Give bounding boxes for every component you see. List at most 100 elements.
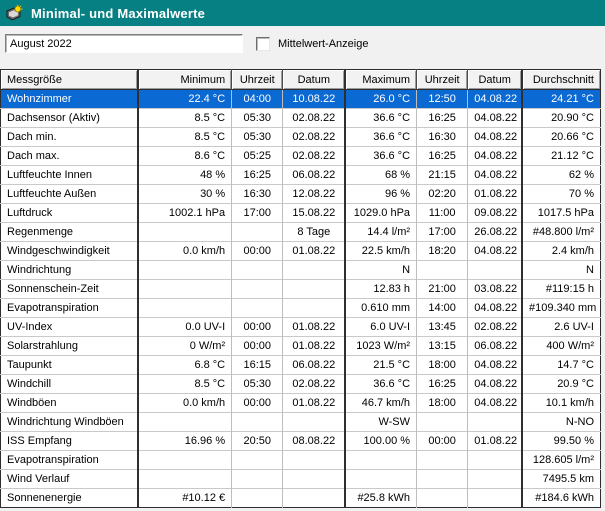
table-cell[interactable]: 02.08.22: [282, 127, 346, 147]
table-cell[interactable]: 0.0 km/h: [137, 241, 232, 261]
table-cell[interactable]: 18:20: [416, 241, 468, 261]
table-cell[interactable]: 05:30: [231, 127, 283, 147]
table-cell[interactable]: 8.5 °C: [137, 108, 232, 128]
table-cell[interactable]: 00:00: [231, 317, 283, 337]
table-row[interactable]: Evapotranspiration 0.610 mm 14:00 04.08.22 #…: [0, 298, 601, 318]
table-cell[interactable]: [282, 450, 346, 470]
table-cell[interactable]: 20.9 °C: [521, 374, 601, 394]
table-cell[interactable]: 36.6 °C: [344, 108, 417, 128]
table-row[interactable]: Dachsensor (Aktiv) 8.5 °C 05:30 02.08.22 36.…: [0, 108, 601, 128]
table-cell[interactable]: 00:00: [231, 241, 283, 261]
table-cell[interactable]: 30 %: [137, 184, 232, 204]
table-row[interactable]: Taupunkt 6.8 °C 16:15 06.08.22 21.5 °C 18:00 0…: [0, 355, 601, 375]
table-cell[interactable]: 04.08.22: [467, 298, 523, 318]
table-cell[interactable]: 24.21 °C: [521, 89, 601, 109]
table-cell[interactable]: 0.0 UV-I: [137, 317, 232, 337]
table-cell[interactable]: [467, 469, 523, 489]
table-cell[interactable]: 6.0 UV-I: [344, 317, 417, 337]
table-cell[interactable]: 400 W/m²: [521, 336, 601, 356]
table-cell[interactable]: N: [344, 260, 417, 280]
table-cell[interactable]: [137, 412, 232, 432]
table-cell[interactable]: 2.6 UV-I: [521, 317, 601, 337]
table-cell[interactable]: [416, 450, 468, 470]
table-cell[interactable]: 12:50: [416, 89, 468, 109]
table-cell[interactable]: 21:15: [416, 165, 468, 185]
table-cell[interactable]: 02.08.22: [282, 108, 346, 128]
table-cell[interactable]: 0.0 km/h: [137, 393, 232, 413]
table-cell[interactable]: 21.5 °C: [344, 355, 417, 375]
table-cell[interactable]: 04.08.22: [467, 374, 523, 394]
table-cell[interactable]: 20:50: [231, 431, 283, 451]
table-cell[interactable]: Taupunkt: [0, 355, 139, 375]
table-cell[interactable]: [282, 412, 346, 432]
period-input[interactable]: [5, 34, 243, 53]
table-cell[interactable]: 16:15: [231, 355, 283, 375]
table-cell[interactable]: Dach max.: [0, 146, 139, 166]
table-row[interactable]: Windrichtung N N: [0, 260, 601, 280]
table-cell[interactable]: 16:25: [416, 374, 468, 394]
table-row[interactable]: Evapotranspiration 128.605 l/m²: [0, 450, 601, 470]
table-row[interactable]: Luftfeuchte Außen 30 % 16:30 12.08.22 96 % 02…: [0, 184, 601, 204]
table-cell[interactable]: 04.08.22: [467, 89, 523, 109]
table-cell[interactable]: [137, 469, 232, 489]
table-cell[interactable]: [282, 279, 346, 299]
table-cell[interactable]: [282, 260, 346, 280]
table-cell[interactable]: 18:00: [416, 355, 468, 375]
table-cell[interactable]: 26.0 °C: [344, 89, 417, 109]
table-cell[interactable]: 00:00: [416, 431, 468, 451]
table-cell[interactable]: Windgeschwindigkeit: [0, 241, 139, 261]
table-cell[interactable]: 22.4 °C: [137, 89, 232, 109]
table-cell[interactable]: 04.08.22: [467, 393, 523, 413]
table-row[interactable]: Luftfeuchte Innen 48 % 16:25 06.08.22 68 % 21…: [0, 165, 601, 185]
table-cell[interactable]: [344, 469, 417, 489]
table-cell[interactable]: [137, 279, 232, 299]
table-cell[interactable]: [231, 298, 283, 318]
table-cell[interactable]: 01.08.22: [282, 317, 346, 337]
table-cell[interactable]: 12.08.22: [282, 184, 346, 204]
table-cell[interactable]: 1017.5 hPa: [521, 203, 601, 223]
table-cell[interactable]: 36.6 °C: [344, 127, 417, 147]
table-cell[interactable]: UV-Index: [0, 317, 139, 337]
table-cell[interactable]: 01.08.22: [282, 393, 346, 413]
table-cell[interactable]: N: [521, 260, 601, 280]
table-cell[interactable]: [231, 279, 283, 299]
table-cell[interactable]: 17:00: [416, 222, 468, 242]
table-cell[interactable]: 14.4 l/m²: [344, 222, 417, 242]
table-cell[interactable]: 01.08.22: [467, 184, 523, 204]
table-cell[interactable]: #25.8 kWh: [344, 488, 417, 508]
table-cell[interactable]: 13:45: [416, 317, 468, 337]
table-cell[interactable]: 04:00: [231, 89, 283, 109]
table-cell[interactable]: Wind Verlauf: [0, 469, 139, 489]
table-cell[interactable]: 16:25: [416, 146, 468, 166]
table-cell[interactable]: 02.08.22: [282, 146, 346, 166]
table-cell[interactable]: 12.83 h: [344, 279, 417, 299]
column-header[interactable]: Minimum: [137, 69, 232, 90]
table-row[interactable]: Dach max. 8.6 °C 05:25 02.08.22 36.6 °C 16:25…: [0, 146, 601, 166]
table-cell[interactable]: Sonnenenergie: [0, 488, 139, 508]
table-cell[interactable]: 06.08.22: [282, 355, 346, 375]
table-cell[interactable]: 04.08.22: [467, 108, 523, 128]
table-cell[interactable]: 16.96 %: [137, 431, 232, 451]
table-cell[interactable]: 1023 W/m²: [344, 336, 417, 356]
mittelwert-checkbox-group[interactable]: Mittelwert-Anzeige: [256, 37, 368, 51]
table-cell[interactable]: 21:00: [416, 279, 468, 299]
table-cell[interactable]: 20.90 °C: [521, 108, 601, 128]
table-cell[interactable]: 68 %: [344, 165, 417, 185]
table-cell[interactable]: 6.8 °C: [137, 355, 232, 375]
table-cell[interactable]: 14.7 °C: [521, 355, 601, 375]
table-cell[interactable]: 10.08.22: [282, 89, 346, 109]
table-cell[interactable]: 36.6 °C: [344, 374, 417, 394]
table-cell[interactable]: [231, 469, 283, 489]
table-row[interactable]: Solarstrahlung 0 W/m² 00:00 01.08.22 1023 W/…: [0, 336, 601, 356]
table-row[interactable]: UV-Index 0.0 UV-I 00:00 01.08.22 6.0 UV-I 13:…: [0, 317, 601, 337]
table-cell[interactable]: 05:25: [231, 146, 283, 166]
table-cell[interactable]: [137, 260, 232, 280]
table-cell[interactable]: 04.08.22: [467, 146, 523, 166]
table-row[interactable]: Luftdruck 1002.1 hPa 17:00 15.08.22 1029.0 h…: [0, 203, 601, 223]
table-cell[interactable]: 01.08.22: [282, 241, 346, 261]
table-cell[interactable]: Windrichtung Windböen: [0, 412, 139, 432]
table-cell[interactable]: Luftfeuchte Außen: [0, 184, 139, 204]
table-cell[interactable]: [231, 488, 283, 508]
table-cell[interactable]: Regenmenge: [0, 222, 139, 242]
table-cell[interactable]: 16:30: [231, 184, 283, 204]
